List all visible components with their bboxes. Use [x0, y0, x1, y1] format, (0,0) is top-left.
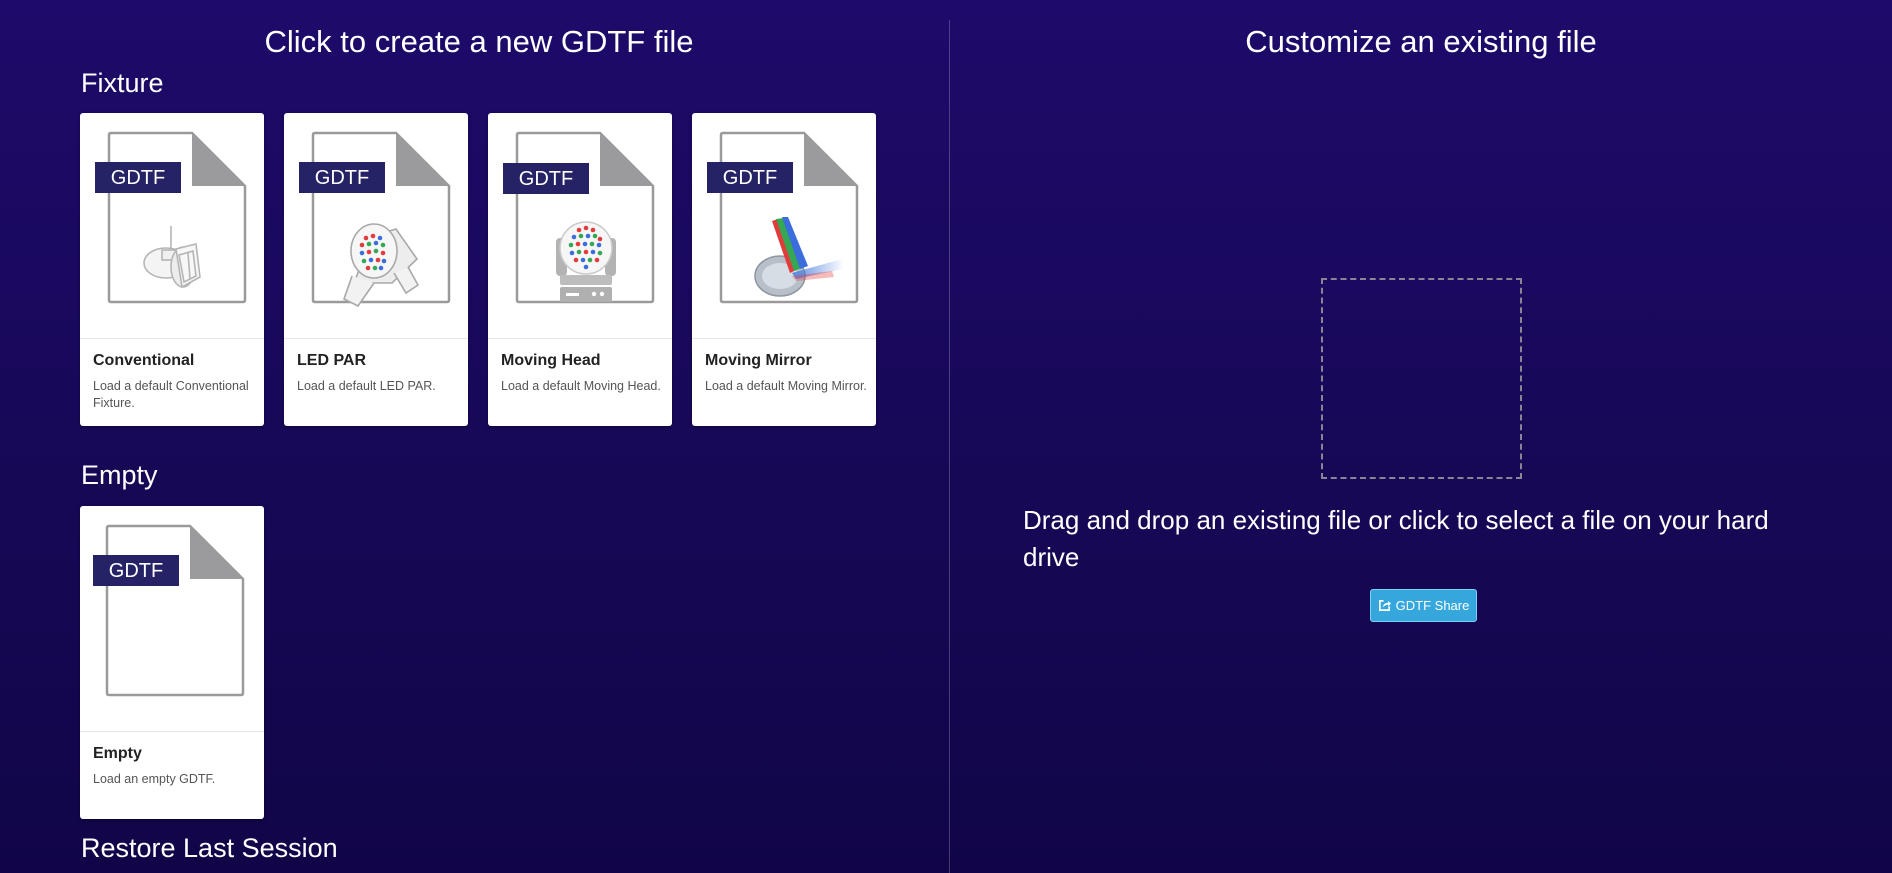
card-description: Load a default Moving Mirror. [705, 379, 867, 393]
card-led-par[interactable]: GDTF LED PAR Load a default LED PAR. [284, 113, 468, 426]
card-description: Load a default LED PAR. [297, 379, 436, 393]
svg-text:GDTF: GDTF [723, 167, 777, 189]
conventional-fixture-icon: GDTF [95, 131, 247, 304]
card-separator [692, 338, 876, 339]
card-description: Load a default Conventional Fixture. [93, 379, 249, 410]
customize-title: Customize an existing file [1245, 24, 1597, 59]
card-conventional[interactable]: GDTF Conventional Load a default Convent… [80, 113, 264, 426]
svg-text:GDTF: GDTF [111, 167, 165, 189]
card-description: Load an empty GDTF. [93, 772, 216, 786]
card-separator [488, 338, 672, 339]
create-new-panel: Click to create a new GDTF file Fixture … [0, 0, 949, 873]
empty-section-title: Empty [81, 460, 158, 490]
card-separator [284, 338, 468, 339]
create-title: Click to create a new GDTF file [264, 24, 694, 59]
gdtf-file-icon: GDTF [93, 524, 245, 697]
svg-text:GDTF: GDTF [109, 560, 163, 582]
share-button-label: GDTF Share [1395, 598, 1470, 613]
card-title: LED PAR [297, 352, 367, 369]
file-dropzone[interactable] [1321, 278, 1522, 479]
restore-section-title[interactable]: Restore Last Session [81, 831, 338, 865]
card-description: Load a default Moving Head. [501, 379, 661, 393]
card-separator [80, 731, 264, 732]
moving-head-icon: GDTF [503, 131, 655, 304]
moving-mirror-icon: GDTF [707, 131, 859, 304]
led-par-icon: GDTF [299, 131, 451, 308]
card-moving-head[interactable]: GDTF Moving Head Load a default Moving H… [488, 113, 672, 426]
fixture-section-title: Fixture [81, 68, 164, 98]
card-moving-mirror[interactable]: GDTF Moving Mirror Load a default Moving… [692, 113, 876, 426]
dropzone-instructions: Drag and drop an existing file or click … [1023, 505, 1769, 572]
svg-text:GDTF: GDTF [315, 167, 369, 189]
card-title: Moving Head [501, 352, 601, 369]
gdtf-share-button[interactable]: GDTF Share [1370, 589, 1477, 622]
svg-text:GDTF: GDTF [519, 168, 573, 190]
card-empty[interactable]: GDTF Empty Load an empty GDTF. [80, 506, 264, 819]
share-icon [1378, 600, 1391, 611]
card-title: Moving Mirror [705, 352, 812, 369]
customize-panel: Customize an existing file Drag and drop… [950, 0, 1892, 873]
card-title: Empty [93, 745, 142, 762]
card-title: Conventional [93, 352, 195, 369]
card-separator [80, 338, 264, 339]
